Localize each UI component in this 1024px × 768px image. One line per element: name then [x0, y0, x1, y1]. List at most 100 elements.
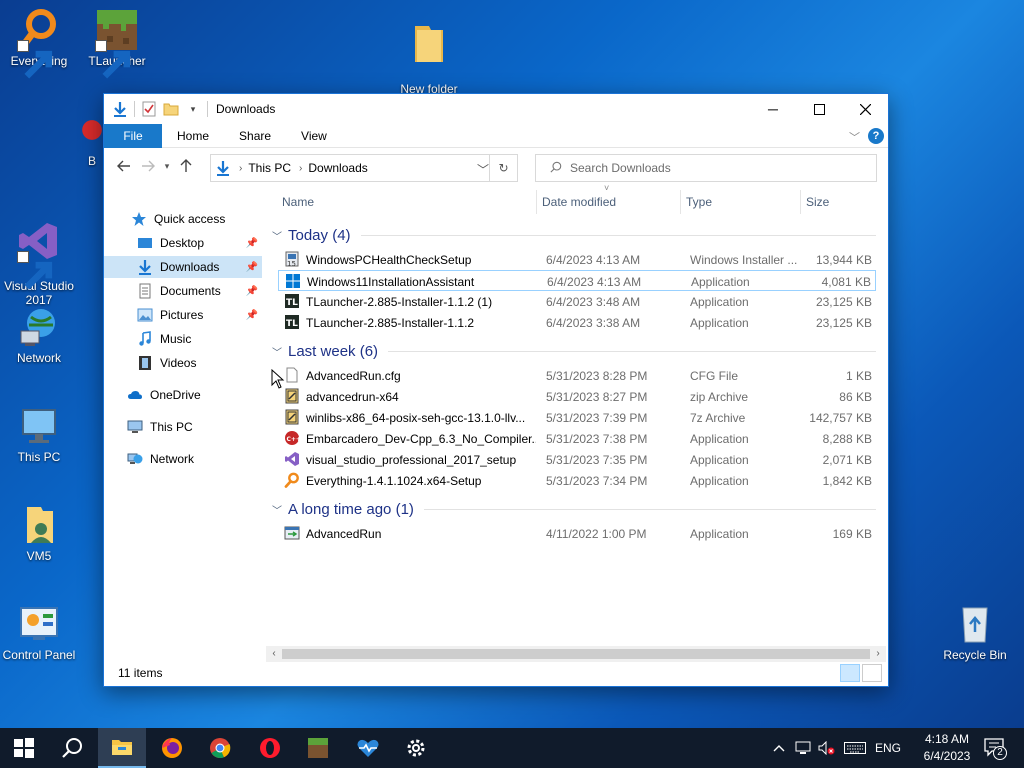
- user-folder-icon: [17, 503, 61, 547]
- file-row[interactable]: winlibs-x86_64-posix-seh-gcc-13.1.0-llv.…: [278, 407, 876, 428]
- scroll-left-arrow-icon[interactable]: ‹: [266, 646, 282, 662]
- desktop-icon-vm5[interactable]: VM5: [0, 503, 78, 563]
- properties-icon[interactable]: [141, 101, 157, 117]
- back-button[interactable]: [112, 154, 136, 178]
- scroll-right-arrow-icon[interactable]: ›: [870, 646, 886, 662]
- tab-view[interactable]: View: [286, 124, 342, 148]
- desktop-icon-recycle-bin[interactable]: Recycle Bin: [936, 602, 1014, 662]
- input-language-indicator[interactable]: ENG: [872, 728, 904, 768]
- file-row[interactable]: advancedrun-x64 5/31/2023 8:27 PM zip Ar…: [278, 386, 876, 407]
- volume-muted-icon[interactable]: [816, 728, 838, 768]
- sidebar-item-videos[interactable]: Videos: [104, 352, 262, 374]
- taskbar-file-explorer[interactable]: [98, 728, 146, 768]
- window-controls: ─: [750, 94, 888, 124]
- expand-ribbon-chevron-icon[interactable]: ﹀: [849, 129, 860, 145]
- taskbar-opera[interactable]: [246, 728, 294, 768]
- desktop-icon-control-panel[interactable]: Control Panel: [0, 602, 78, 662]
- file-row[interactable]: Everything-1.4.1.1024.x64-Setup 5/31/202…: [278, 470, 876, 491]
- title-bar[interactable]: ▾ Downloads ─: [104, 94, 888, 124]
- taskbar-minecraft[interactable]: [294, 728, 342, 768]
- taskbar-search-button[interactable]: [48, 728, 96, 768]
- minimize-button[interactable]: ─: [750, 94, 796, 124]
- taskbar-firefox[interactable]: [148, 728, 196, 768]
- sidebar-item-music[interactable]: Music: [104, 328, 262, 350]
- sidebar-item-this-pc[interactable]: This PC: [126, 416, 193, 438]
- taskbar-settings[interactable]: [392, 728, 440, 768]
- breadcrumb-this-pc[interactable]: This PC: [248, 161, 291, 175]
- group-header-long-ago[interactable]: ﹀ A long time ago (1): [272, 498, 876, 520]
- desktop-icon-label: Network: [16, 351, 61, 365]
- file-explorer-icon: [112, 740, 132, 755]
- notification-count-badge: 2: [993, 746, 1007, 760]
- system-clock[interactable]: 4:18 AM 6/4/2023: [912, 731, 982, 765]
- sidebar-item-documents[interactable]: Documents 📌: [104, 280, 262, 302]
- maximize-button[interactable]: [796, 94, 842, 124]
- sidebar-item-label: Documents: [160, 284, 221, 298]
- details-view-button[interactable]: [840, 664, 860, 682]
- minecraft-icon: [308, 738, 328, 758]
- action-center-button[interactable]: 2: [978, 728, 1012, 768]
- desktop-icon-this-pc[interactable]: This PC: [0, 404, 78, 464]
- touch-keyboard-icon[interactable]: [842, 728, 868, 768]
- column-divider[interactable]: [800, 190, 801, 214]
- file-row[interactable]: C++ Embarcadero_Dev-Cpp_6.3_No_Compiler.…: [278, 428, 876, 449]
- new-folder-icon[interactable]: [163, 101, 179, 117]
- desktop-icon-visual-studio[interactable]: Visual Studio 2017: [0, 205, 78, 321]
- column-divider[interactable]: [536, 190, 537, 214]
- group-header-today[interactable]: ﹀ Today (4): [272, 224, 876, 246]
- close-button[interactable]: [842, 94, 888, 124]
- help-button[interactable]: ?: [868, 128, 884, 144]
- desktop-icon-network[interactable]: Network: [0, 305, 78, 365]
- forward-button[interactable]: [136, 154, 160, 178]
- sidebar-item-quick-access[interactable]: Quick access: [130, 208, 225, 230]
- file-size: 4,081 KB: [821, 275, 871, 289]
- sidebar-item-onedrive[interactable]: OneDrive: [126, 384, 201, 406]
- file-row[interactable]: visual_studio_professional_2017_setup 5/…: [278, 449, 876, 470]
- start-button[interactable]: [0, 728, 48, 768]
- desktop-icon-partial[interactable]: B: [80, 108, 104, 168]
- column-header-name[interactable]: Name: [282, 190, 314, 214]
- file-row[interactable]: AdvancedRun.cfg 5/31/2023 8:28 PM CFG Fi…: [278, 365, 876, 386]
- address-history-chevron-icon[interactable]: ﹀: [477, 161, 489, 178]
- file-row[interactable]: AdvancedRun 4/11/2022 1:00 PM Applicatio…: [278, 523, 876, 544]
- file-row[interactable]: 15 WindowsPCHealthCheckSetup 6/4/2023 4:…: [278, 249, 876, 270]
- collapse-chevron-icon: ﹀: [272, 505, 282, 517]
- column-divider[interactable]: [680, 190, 681, 214]
- column-header-type[interactable]: Type: [686, 190, 712, 214]
- computer-monitor-icon: [17, 404, 61, 448]
- file-row[interactable]: TL TLauncher-2.885-Installer-1.1.2 6/4/2…: [278, 312, 876, 333]
- sidebar-item-network[interactable]: Network: [126, 448, 194, 470]
- tab-home[interactable]: Home: [162, 124, 224, 148]
- recent-locations-dropdown[interactable]: ▾: [160, 154, 174, 178]
- sidebar-item-desktop[interactable]: Desktop 📌: [104, 232, 262, 254]
- desktop-icon-tlauncher[interactable]: TLauncher: [78, 8, 156, 79]
- tab-file[interactable]: File: [104, 123, 162, 148]
- sidebar-item-downloads[interactable]: Downloads 📌: [104, 256, 262, 278]
- desktop-icon-label: Control Panel: [2, 648, 76, 662]
- network-tray-icon[interactable]: [792, 728, 814, 768]
- download-arrow-icon: [112, 101, 128, 117]
- file-row-selected[interactable]: Windows11InstallationAssistant 6/4/2023 …: [278, 270, 876, 291]
- refresh-button[interactable]: ↻: [489, 155, 517, 181]
- sidebar-item-label: Pictures: [160, 308, 204, 322]
- taskbar-chrome[interactable]: [196, 728, 244, 768]
- column-header-size[interactable]: Size: [806, 190, 829, 214]
- horizontal-scrollbar[interactable]: ‹ ›: [266, 646, 886, 662]
- tab-share[interactable]: Share: [224, 124, 286, 148]
- taskbar-pc-health-check[interactable]: [344, 728, 392, 768]
- scrollbar-thumb[interactable]: [282, 649, 870, 659]
- large-icons-view-button[interactable]: [862, 664, 882, 682]
- desktop-icon-label: Recycle Bin: [943, 648, 1007, 662]
- sidebar-item-pictures[interactable]: Pictures 📌: [104, 304, 262, 326]
- customize-dropdown-icon[interactable]: ▾: [185, 101, 201, 117]
- show-hidden-icons-button[interactable]: [768, 728, 790, 768]
- group-header-last-week[interactable]: ﹀ Last week (6): [272, 340, 876, 362]
- address-bar[interactable]: › This PC › Downloads ﹀ ↻: [210, 154, 518, 182]
- desktop-icon-everything[interactable]: Everything: [0, 8, 78, 79]
- column-header-date-modified[interactable]: Date modified: [542, 190, 616, 214]
- up-button[interactable]: [174, 154, 198, 178]
- breadcrumb-downloads[interactable]: Downloads: [308, 161, 367, 175]
- group-title: Today (4): [288, 226, 351, 244]
- file-row[interactable]: TL TLauncher-2.885-Installer-1.1.2 (1) 6…: [278, 291, 876, 312]
- search-box[interactable]: Search Downloads: [535, 154, 877, 182]
